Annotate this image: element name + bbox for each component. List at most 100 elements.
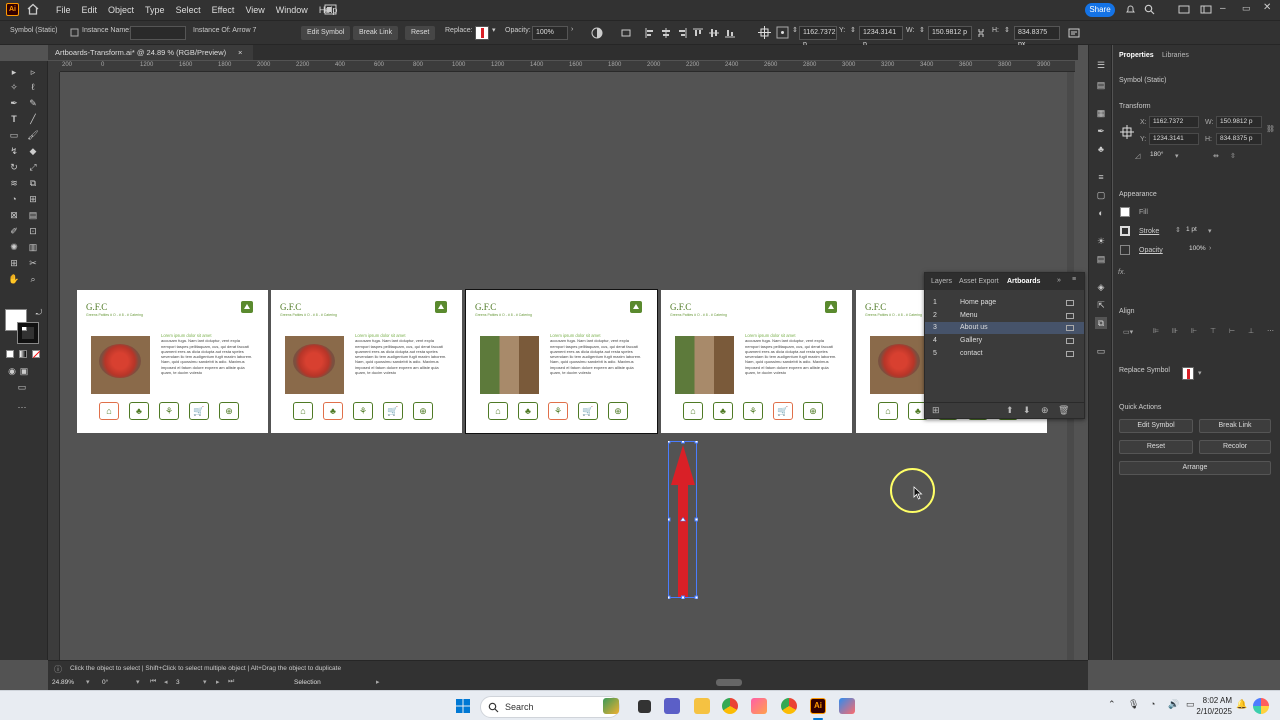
align-bottom-icon[interactable]: ⊥: [1248, 327, 1254, 335]
curvature-tool-icon[interactable]: ✎: [27, 97, 39, 109]
reference-point-icon[interactable]: [776, 26, 789, 39]
recolor-button[interactable]: Recolor: [1199, 440, 1271, 454]
w-stepper-icon[interactable]: ⇕: [919, 26, 925, 34]
stroke-weight-input[interactable]: 1 pt: [1183, 225, 1223, 237]
microphone-icon[interactable]: 🎙: [1128, 699, 1139, 710]
reset-button[interactable]: Reset: [1119, 440, 1193, 454]
comments-panel-icon[interactable]: ▭: [1095, 345, 1107, 357]
align-bottom-icon[interactable]: [724, 27, 736, 39]
horizontal-scrollbar[interactable]: [716, 679, 742, 686]
chevron-right-icon[interactable]: ›: [1209, 245, 1211, 252]
free-transform-tool-icon[interactable]: ⧉: [27, 177, 39, 189]
artboard-3[interactable]: G.F.C Greens Patties # O - # 8 - # Cateri…: [465, 289, 658, 434]
width-tool-icon[interactable]: ≋: [8, 177, 20, 189]
new-artboard-icon[interactable]: ⊕: [1041, 405, 1049, 416]
align-center-icon[interactable]: [660, 27, 672, 39]
tab-asset-export[interactable]: Asset Export: [959, 278, 999, 285]
status-chevron-icon[interactable]: ▸: [376, 678, 380, 686]
paintbrush-tool-icon[interactable]: 🖌: [27, 129, 39, 141]
zoom-chevron-icon[interactable]: ▾: [86, 678, 90, 686]
slice-tool-icon[interactable]: ✂: [27, 257, 39, 269]
artboard-options-icon[interactable]: [1066, 312, 1074, 319]
properties-panel-icon[interactable]: ☰: [1095, 59, 1107, 71]
restore-button[interactable]: ▭: [1242, 3, 1251, 14]
widgets-icon[interactable]: [603, 698, 619, 714]
y-field[interactable]: 1234.3141 p: [859, 26, 903, 48]
artboard-number[interactable]: 3: [176, 679, 180, 686]
more-options-icon[interactable]: [1068, 27, 1080, 39]
document-tab[interactable]: Artboards-Transform.ai* @ 24.89 % (RGB/P…: [48, 45, 253, 60]
workspace-switcher-icon[interactable]: [1200, 4, 1212, 15]
link-icon[interactable]: [975, 27, 987, 39]
artboard-row[interactable]: 3 About us: [925, 322, 1084, 335]
y-stepper-icon[interactable]: ⇕: [850, 26, 856, 34]
align-left-icon[interactable]: ⊫: [1153, 327, 1159, 335]
x-stepper-icon[interactable]: ⇕: [792, 26, 798, 34]
h-stepper-icon[interactable]: ⇕: [1004, 26, 1010, 34]
file-explorer-icon[interactable]: [694, 698, 710, 714]
more-align-icon[interactable]: ⋯: [1267, 327, 1274, 335]
chevron-up-icon[interactable]: ⌃: [1108, 699, 1116, 710]
artboard-chevron-icon[interactable]: ▾: [203, 678, 207, 686]
reset-button[interactable]: Reset: [405, 26, 436, 40]
selection-tool-icon[interactable]: ▸: [8, 66, 20, 78]
first-artboard-icon[interactable]: ⏮: [150, 678, 156, 686]
menu-window[interactable]: Window: [276, 5, 308, 15]
collapse-panel-icon[interactable]: »: [1057, 277, 1061, 284]
vertical-ruler[interactable]: [48, 72, 60, 660]
close-tab-icon[interactable]: ×: [238, 45, 242, 60]
chrome-profile-icon[interactable]: [781, 698, 797, 714]
search-icon[interactable]: [1144, 4, 1155, 15]
break-link-button[interactable]: Break Link: [353, 26, 399, 40]
artboard-options-icon[interactable]: [1066, 300, 1074, 306]
fill-swatch[interactable]: [1120, 207, 1130, 217]
battery-icon[interactable]: ▭: [1186, 699, 1195, 710]
stroke-label[interactable]: Stroke: [1139, 228, 1159, 235]
tab-artboards[interactable]: Artboards: [1007, 278, 1040, 285]
artboard-name[interactable]: Menu: [960, 310, 978, 322]
artboard-name[interactable]: About us: [960, 322, 988, 334]
draw-mode-icon[interactable]: ◉: [6, 365, 18, 377]
illustrator-taskbar-icon[interactable]: Ai: [810, 698, 826, 714]
copilot-icon[interactable]: [1253, 698, 1269, 714]
artboard-tool-icon[interactable]: ⊞: [8, 257, 20, 269]
artboard-name[interactable]: Gallery: [960, 335, 982, 347]
export-panel-icon[interactable]: ⇱: [1095, 299, 1107, 311]
eyedropper-tool-icon[interactable]: ✐: [8, 225, 20, 237]
artboard-row[interactable]: 4 Gallery: [925, 335, 1084, 347]
rectangle-tool-icon[interactable]: ▭: [8, 129, 20, 141]
delete-artboard-icon[interactable]: 🗑: [1058, 405, 1069, 416]
shaper-tool-icon[interactable]: ↯: [8, 145, 20, 157]
h-field[interactable]: 834.8375 px: [1014, 26, 1060, 48]
rotation-chevron-icon[interactable]: ▾: [136, 678, 140, 686]
x-input[interactable]: 1162.7372: [1149, 116, 1199, 128]
align-top-icon[interactable]: [692, 27, 704, 39]
gradient-tool-icon[interactable]: ▤: [27, 209, 39, 221]
tab-libraries[interactable]: Libraries: [1162, 52, 1189, 59]
opacity-input[interactable]: 100%: [532, 26, 568, 40]
zoom-tool-icon[interactable]: ⌕: [27, 273, 39, 285]
artboard-options-icon[interactable]: [1066, 350, 1074, 357]
align-panel-icon[interactable]: ≡: [1095, 171, 1107, 183]
menu-object[interactable]: Object: [108, 5, 134, 15]
artboard-name[interactable]: Home page: [960, 297, 996, 309]
recolor-icon[interactable]: [591, 27, 603, 39]
previous-artboard-icon[interactable]: ◂: [164, 678, 168, 686]
arrow-symbol-selection[interactable]: [666, 439, 699, 600]
effects-icon[interactable]: fx.: [1118, 269, 1125, 276]
menu-effect[interactable]: Effect: [212, 5, 235, 15]
horizontal-ruler[interactable]: 200 0 1200 1600 1800 2000 2200 400 600 800 1000 120…: [60, 61, 1075, 72]
opacity-label[interactable]: Opacity: [1139, 247, 1163, 254]
lasso-tool-icon[interactable]: ℓ: [27, 81, 39, 93]
edit-symbol-button[interactable]: Edit Symbol: [301, 26, 351, 40]
teams-icon[interactable]: [664, 698, 680, 714]
move-up-icon[interactable]: ⬆: [1006, 405, 1014, 416]
windows-start-icon[interactable]: [455, 698, 471, 714]
stroke-swatch[interactable]: [1120, 226, 1130, 236]
type-tool-icon[interactable]: T: [8, 113, 20, 125]
tab-properties[interactable]: Properties: [1119, 52, 1154, 59]
chevron-down-icon[interactable]: ▾: [1198, 369, 1202, 377]
image-trace-icon[interactable]: ▦: [1095, 107, 1107, 119]
graph-tool-icon[interactable]: ▥: [27, 241, 39, 253]
wifi-icon[interactable]: ◔: [1150, 699, 1155, 709]
